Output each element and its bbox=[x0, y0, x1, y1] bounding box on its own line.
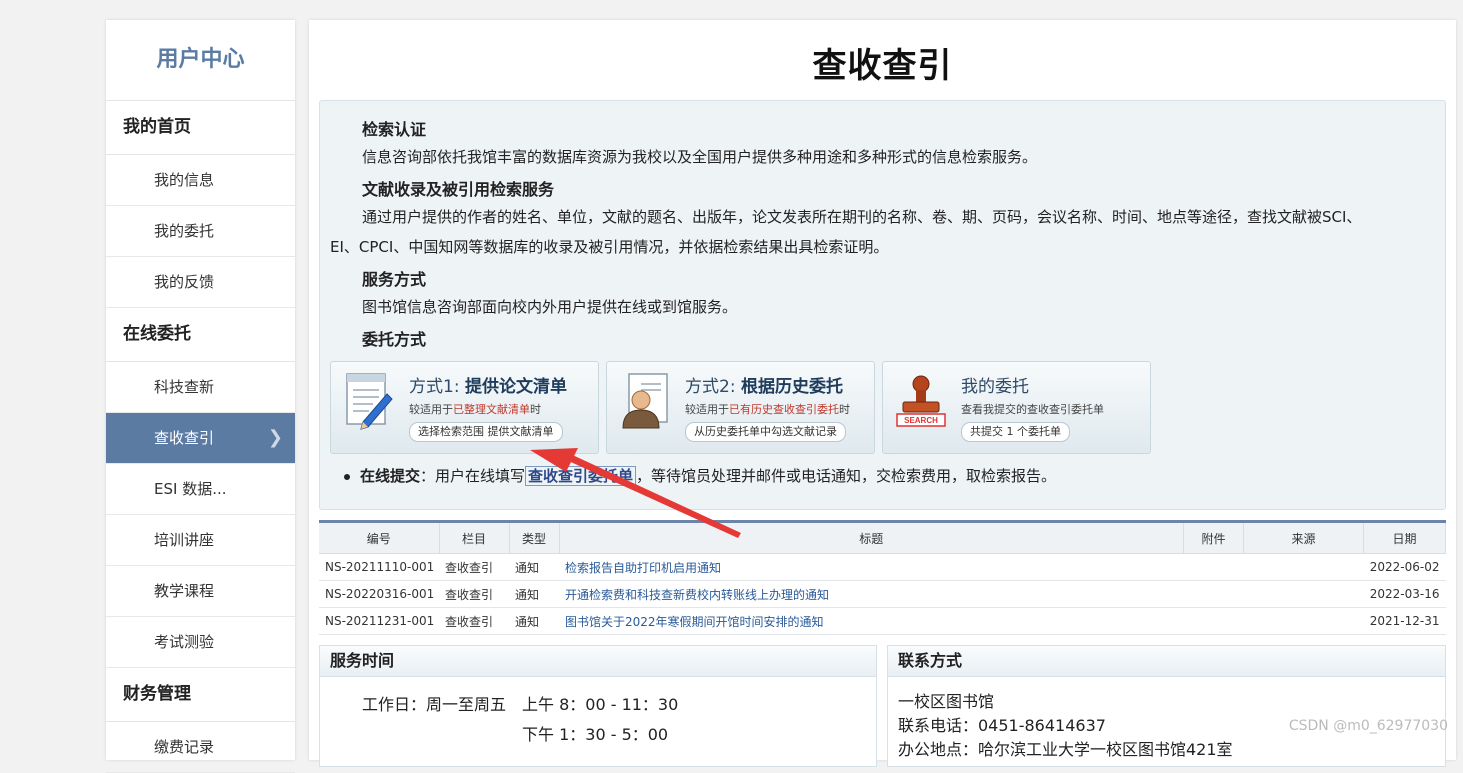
col-header-title[interactable]: 标题 bbox=[559, 523, 1184, 554]
sidebar-item-payments[interactable]: 缴费记录 bbox=[106, 722, 295, 773]
table-row: NS-20211231-001 查收查引 通知 图书馆关于2022年寒假期间开馆… bbox=[319, 607, 1446, 635]
cell-id: NS-20220316-001 bbox=[319, 580, 439, 608]
intro-paragraph-2b: EI、CPCI、中国知网等数据库的收录及被引用情况，并依据检索结果出具检索证明。 bbox=[330, 238, 889, 256]
intro-paragraph-3: 图书馆信息咨询部面向校内外用户提供在线或到馆服务。 bbox=[362, 298, 738, 316]
card-history[interactable]: 方式2: 根据历史委托 较适用于已有历史查收查引委托时 从历史委托单中勾选文献记… bbox=[606, 361, 875, 454]
watermark: CSDN @m0_62977030 bbox=[1288, 718, 1448, 734]
sidebar-title: 用户中心 bbox=[106, 20, 295, 101]
cell-attachment bbox=[1183, 580, 1244, 608]
service-am: 上午 8：00 - 11：30 bbox=[522, 695, 679, 714]
table-header: 编号 栏目 类型 标题 附件 来源 日期 bbox=[319, 523, 1446, 554]
card-action-pill[interactable]: 选择检索范围 提供文献清单 bbox=[409, 422, 563, 442]
table-row: NS-20211110-001 查收查引 通知 检索报告自助打印机启用通知 20… bbox=[319, 553, 1446, 581]
card-action-pill[interactable]: 从历史委托单中勾选文献记录 bbox=[685, 422, 846, 442]
sidebar-item-esi[interactable]: ESI 数据... bbox=[106, 464, 295, 515]
sidebar-item-novelty-search[interactable]: 科技查新 bbox=[106, 362, 295, 413]
intro-box: 检索认证 信息咨询部依托我馆丰富的数据库资源为我校以及全国用户提供多种用途和多种… bbox=[319, 100, 1446, 510]
card-my-orders[interactable]: SEARCH 我的委托 查看我提交的查收查引委托单 共提交 1 个委托单 bbox=[882, 361, 1151, 454]
contact-panel: 联系方式 一校区图书馆 联系电话：0451-86414637 办公地点：哈尔滨工… bbox=[887, 645, 1446, 767]
cell-date: 2022-06-02 bbox=[1363, 553, 1446, 581]
card-subtitle: 查看我提交的查收查引委托单 bbox=[961, 403, 1104, 416]
service-hours-panel: 服务时间 工作日：周一至周五 上午 8：00 - 11：30 下午 1：30 -… bbox=[319, 645, 877, 767]
page-title: 查收查引 bbox=[812, 46, 953, 86]
cell-source bbox=[1243, 607, 1364, 635]
bullet-icon bbox=[344, 473, 350, 480]
contact-address: 办公地点：哈尔滨工业大学一校区图书馆421室 bbox=[898, 740, 1233, 759]
contact-title: 联系方式 bbox=[888, 646, 1445, 677]
cell-column: 查收查引 bbox=[439, 607, 509, 635]
cell-source bbox=[1243, 580, 1364, 608]
col-header-source[interactable]: 来源 bbox=[1243, 523, 1364, 554]
heading-service-mode: 服务方式 bbox=[362, 270, 427, 289]
card-title: 我的委托 bbox=[961, 377, 1029, 397]
card-subtitle: 较适用于已整理文献清单时 bbox=[409, 403, 541, 416]
intro-paragraph-2a: 通过用户提供的作者的姓名、单位，文献的题名、出版年，论文发表所在期刊的名称、卷、… bbox=[362, 208, 1362, 226]
sidebar-item-label: 查收查引 bbox=[154, 429, 215, 447]
card-title: 方式1: 提供论文清单 bbox=[409, 377, 567, 397]
sidebar-item-citation-search[interactable]: 查收查引 ❯ bbox=[106, 413, 295, 464]
cell-title: 开通检索费和科技查新费校内转账线上办理的通知 bbox=[559, 580, 1184, 608]
card-title: 方式2: 根据历史委托 bbox=[685, 377, 843, 397]
notice-table: 编号 栏目 类型 标题 附件 来源 日期 NS-20211110-001 查收查… bbox=[319, 520, 1446, 635]
col-header-id[interactable]: 编号 bbox=[319, 523, 440, 554]
heading-citation-service: 文献收录及被引用检索服务 bbox=[362, 180, 555, 199]
cell-attachment bbox=[1183, 607, 1244, 635]
main-panel: 查收查引 检索认证 信息咨询部依托我馆丰富的数据库资源为我校以及全国用户提供多种… bbox=[309, 20, 1456, 767]
sidebar-group-home[interactable]: 我的首页 bbox=[106, 101, 295, 155]
online-text-post: ，等待馆员处理并邮件或电话通知，交检索费用，取检索报告。 bbox=[636, 467, 1057, 485]
service-workday: 工作日：周一至周五 bbox=[362, 695, 507, 714]
cell-type: 通知 bbox=[509, 607, 559, 635]
sidebar-group-online[interactable]: 在线委托 bbox=[106, 308, 295, 362]
cell-column: 查收查引 bbox=[439, 580, 509, 608]
online-text-pre: ：用户在线填写 bbox=[420, 467, 526, 485]
notice-link[interactable]: 开通检索费和科技查新费校内转账线上办理的通知 bbox=[565, 588, 829, 602]
cell-id: NS-20211110-001 bbox=[319, 553, 439, 581]
card-paper-list[interactable]: 方式1: 提供论文清单 较适用于已整理文献清单时 选择检索范围 提供文献清单 bbox=[330, 361, 599, 454]
online-submit-line: 在线提交：用户在线填写 查收查引委托单 ，等待馆员处理并邮件或电话通知，交检索费用，… bbox=[344, 465, 1056, 486]
heading-retrieval-cert: 检索认证 bbox=[362, 120, 427, 139]
col-header-attachment[interactable]: 附件 bbox=[1183, 523, 1244, 554]
sidebar-item-my-info[interactable]: 我的信息 bbox=[106, 155, 295, 206]
cell-source bbox=[1243, 553, 1364, 581]
service-hours-title: 服务时间 bbox=[320, 646, 876, 677]
notice-link[interactable]: 检索报告自助打印机启用通知 bbox=[565, 561, 721, 575]
sidebar-item-exams[interactable]: 考试测验 bbox=[106, 617, 295, 668]
cell-id: NS-20211231-001 bbox=[319, 607, 439, 635]
table-row: NS-20220316-001 查收查引 通知 开通检索费和科技查新费校内转账线… bbox=[319, 580, 1446, 608]
document-pen-icon bbox=[346, 373, 393, 430]
sidebar-item-my-orders[interactable]: 我的委托 bbox=[106, 206, 295, 257]
cell-column: 查收查引 bbox=[439, 553, 509, 581]
service-pm: 下午 1：30 - 5：00 bbox=[522, 725, 669, 744]
contact-phone: 联系电话：0451-86414637 bbox=[898, 716, 1106, 735]
order-form-link[interactable]: 查收查引委托单 bbox=[525, 466, 637, 486]
sidebar: 用户中心 我的首页 我的信息 我的委托 我的反馈 在线委托 科技查新 查收查引 … bbox=[106, 20, 295, 773]
card-action-pill[interactable]: 共提交 1 个委托单 bbox=[961, 422, 1070, 442]
online-label: 在线提交 bbox=[360, 467, 421, 485]
cell-type: 通知 bbox=[509, 553, 559, 581]
cell-title: 检索报告自助打印机启用通知 bbox=[559, 553, 1184, 581]
sidebar-item-my-feedback[interactable]: 我的反馈 bbox=[106, 257, 295, 308]
cell-date: 2022-03-16 bbox=[1363, 580, 1446, 608]
chevron-right-icon: ❯ bbox=[267, 427, 283, 448]
heading-commission-mode: 委托方式 bbox=[362, 330, 427, 349]
search-stamp-icon: SEARCH bbox=[896, 375, 946, 427]
col-header-type[interactable]: 类型 bbox=[509, 523, 560, 554]
sidebar-item-courses[interactable]: 教学课程 bbox=[106, 566, 295, 617]
cell-attachment bbox=[1183, 553, 1244, 581]
svg-text:SEARCH: SEARCH bbox=[904, 416, 938, 425]
sidebar-group-finance[interactable]: 财务管理 bbox=[106, 668, 295, 722]
cell-date: 2021-12-31 bbox=[1363, 607, 1446, 635]
contact-campus: 一校区图书馆 bbox=[898, 692, 995, 711]
notice-link[interactable]: 图书馆关于2022年寒假期间开馆时间安排的通知 bbox=[565, 615, 824, 629]
card-subtitle: 较适用于已有历史查收查引委托时 bbox=[685, 403, 850, 416]
intro-paragraph-1: 信息咨询部依托我馆丰富的数据库资源为我校以及全国用户提供多种用途和多种形式的信息… bbox=[362, 148, 1038, 166]
cell-type: 通知 bbox=[509, 580, 559, 608]
sidebar-item-training[interactable]: 培训讲座 bbox=[106, 515, 295, 566]
user-document-icon bbox=[622, 373, 668, 429]
col-header-column[interactable]: 栏目 bbox=[439, 523, 510, 554]
col-header-date[interactable]: 日期 bbox=[1363, 523, 1446, 554]
cell-title: 图书馆关于2022年寒假期间开馆时间安排的通知 bbox=[559, 607, 1184, 635]
